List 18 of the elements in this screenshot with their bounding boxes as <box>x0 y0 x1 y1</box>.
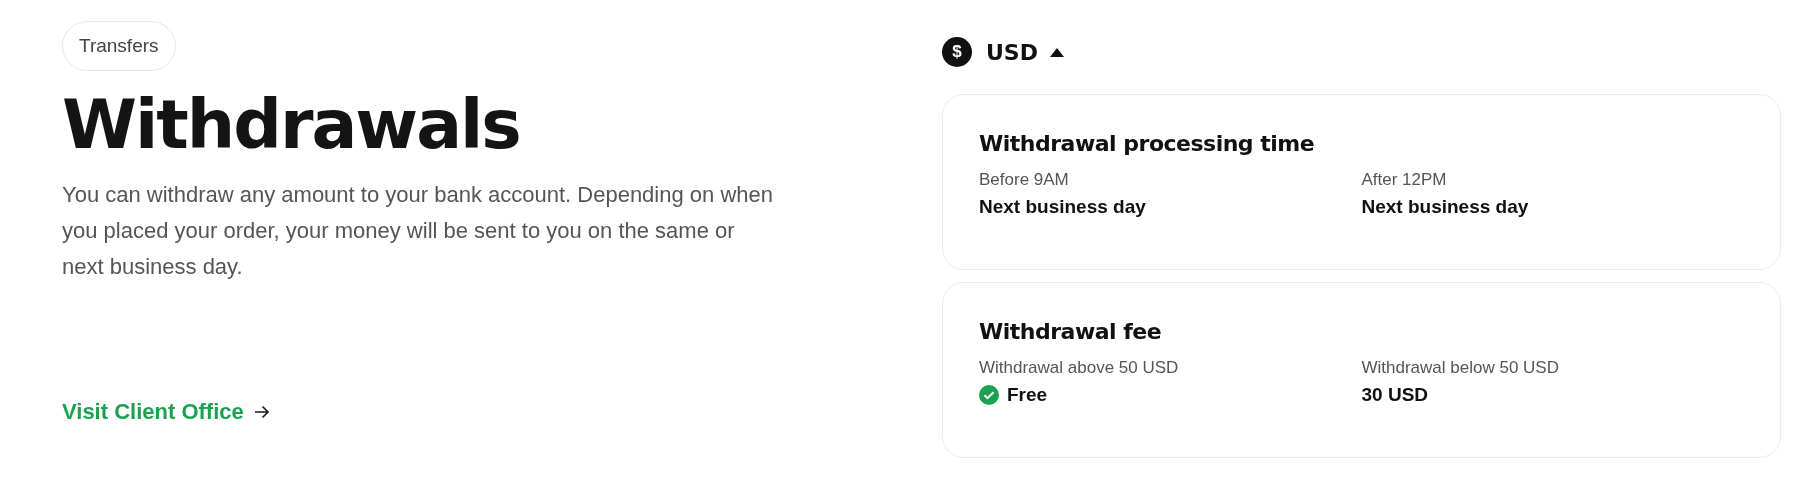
item-label: Withdrawal below 50 USD <box>1361 358 1560 378</box>
arrow-right-icon <box>253 405 270 419</box>
card-title: Withdrawal processing time <box>979 131 1316 156</box>
item-label: Withdrawal above 50 USD <box>979 358 1180 378</box>
caret-up-icon <box>1050 47 1064 57</box>
page-title: Withdrawals <box>62 85 520 165</box>
item-label: After 12PM <box>1361 170 1448 190</box>
item-label: Before 9AM <box>979 170 1070 190</box>
dollar-coin-icon: $ <box>942 37 972 67</box>
check-circle-icon <box>979 385 999 405</box>
item-value: Free <box>1007 384 1048 406</box>
description: You can withdraw any amount to your bank account. Depending on when you placed your order, your money will be sent to you on the same or next business day. <box>62 181 774 281</box>
item-value: Next business day <box>1361 196 1529 218</box>
item-value: 30 USD <box>1361 384 1429 406</box>
item-value: Next business day <box>979 196 1146 218</box>
card-title: Withdrawal fee <box>979 319 1163 344</box>
currency-dropdown[interactable]: USD <box>986 39 1064 65</box>
category-tag: Transfers <box>62 21 176 71</box>
